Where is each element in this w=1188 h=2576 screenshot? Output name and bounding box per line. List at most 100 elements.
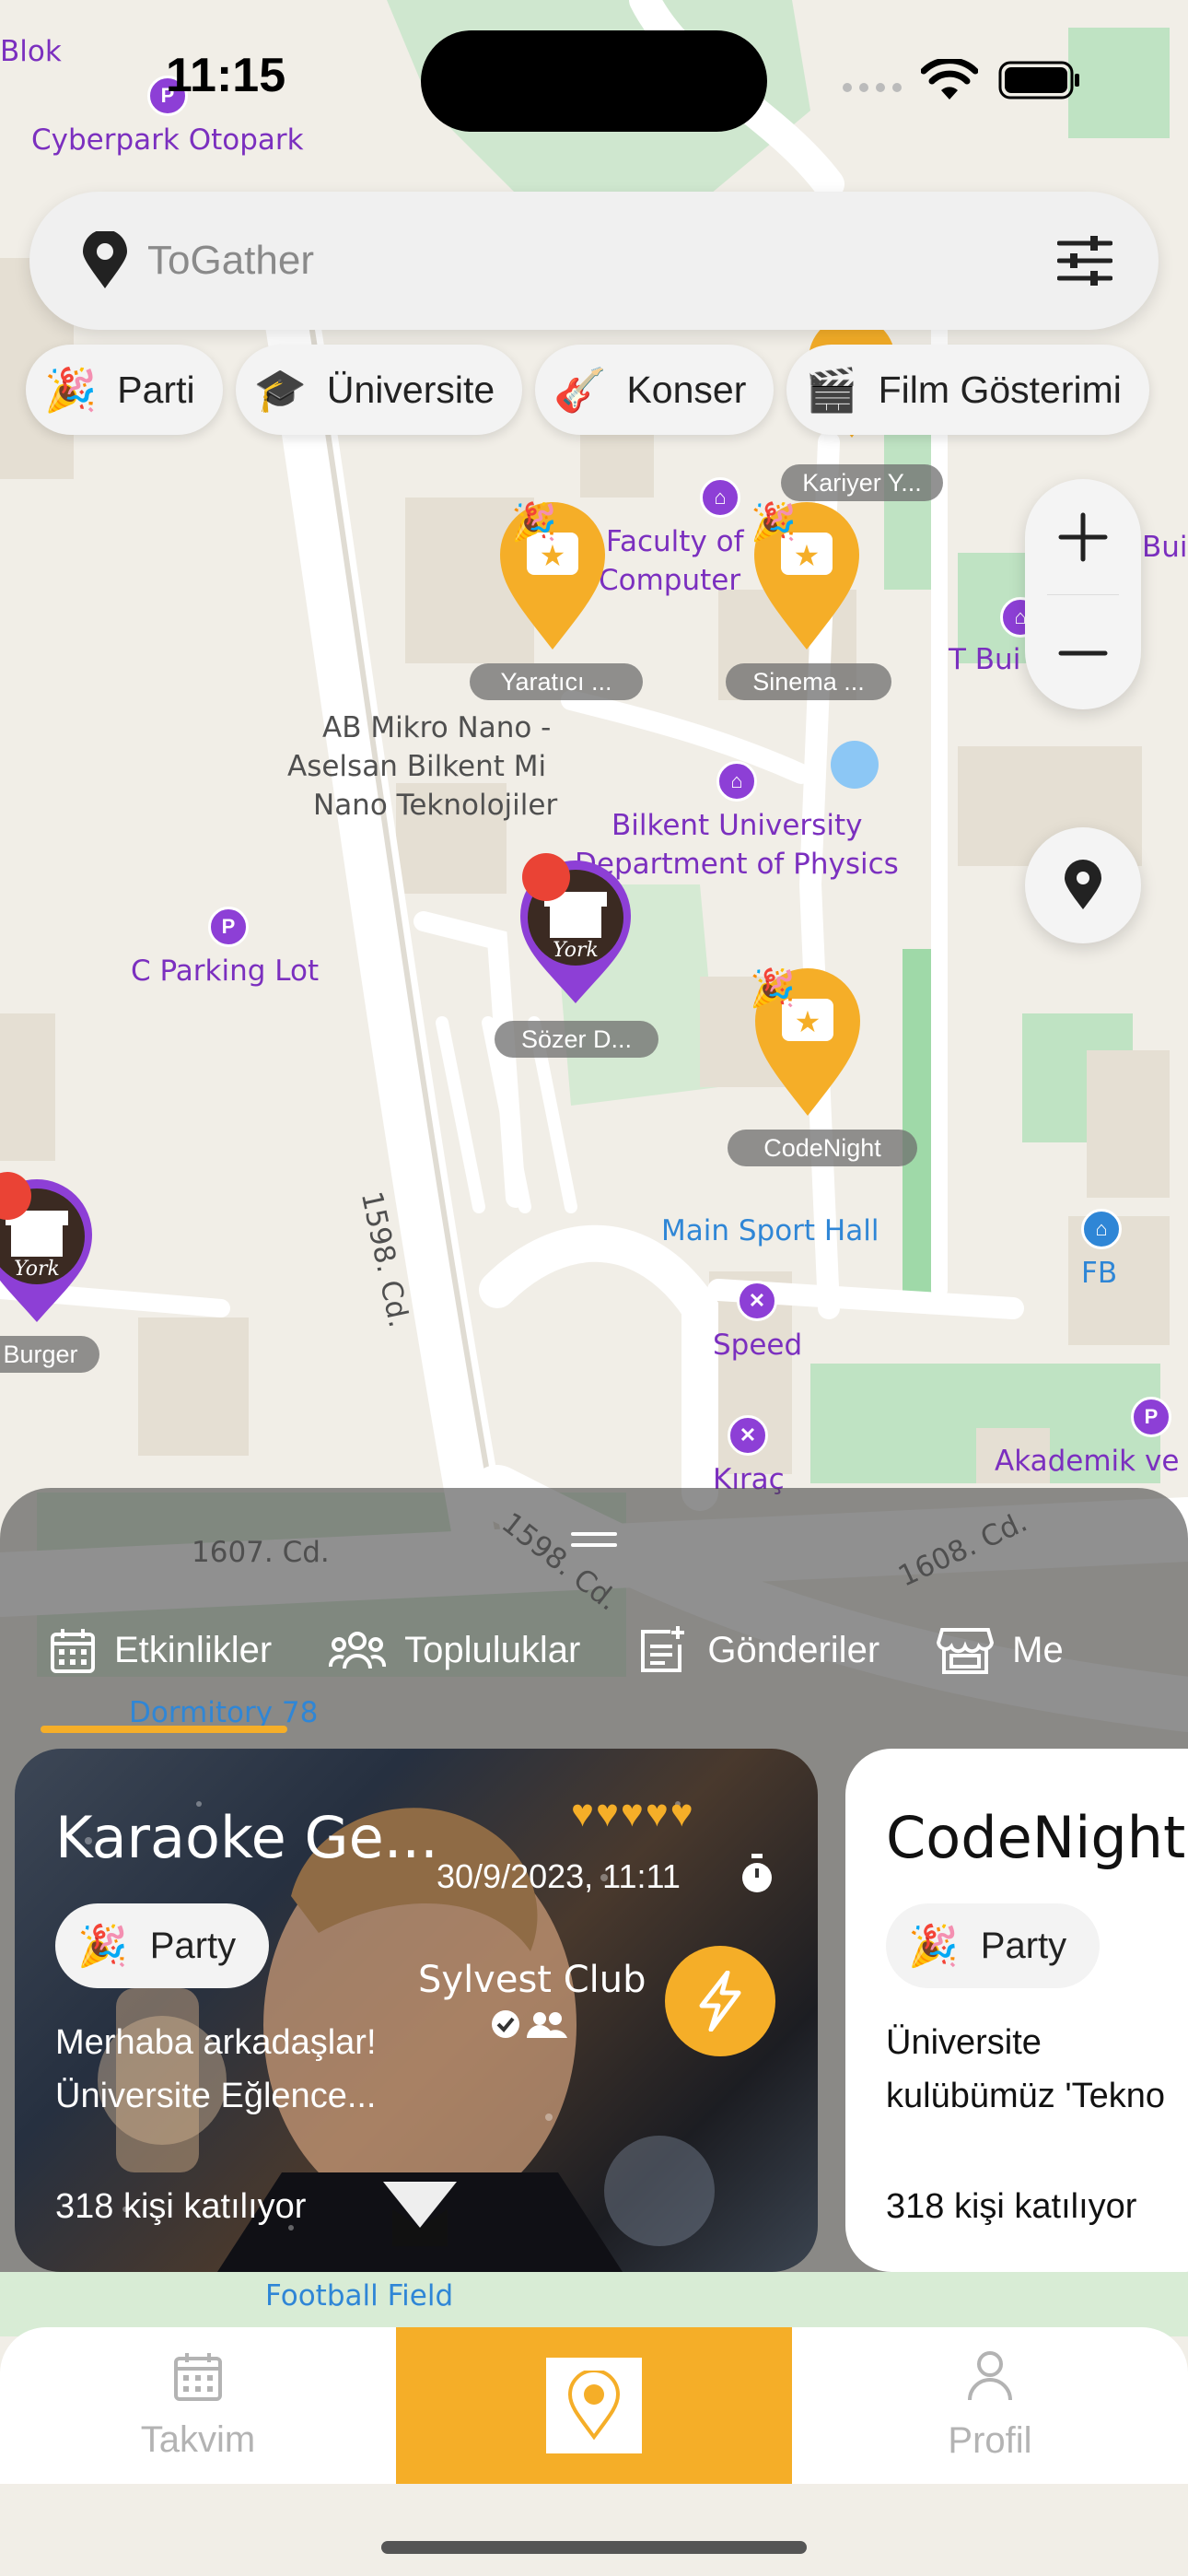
street-label: 1607. Cd. [192,1536,330,1569]
event-description: Merhaba arkadaşlar! Üniversite Eğlence..… [55,2016,377,2123]
marker-label[interactable]: Sözer D... [495,1021,658,1058]
calendar-icon [50,1627,96,1673]
event-description: Üniversite kulübümüz 'Tekno [886,2016,1165,2123]
verified-badge-icon [492,2010,519,2038]
map-label: C Parking Lot [131,954,320,988]
map-label: Aselsan Bilkent Mi [287,750,547,783]
nav-map[interactable] [396,2327,792,2484]
event-date: 30/9/2023, 11:11 [437,1857,681,1895]
calendar-icon [173,2351,223,2410]
my-location-button[interactable] [1025,827,1141,943]
marker-label[interactable]: Sinema ... [726,663,891,700]
chip-universite[interactable]: 🎓 Üniversite [235,345,523,435]
map-label: T Bui [949,643,1021,676]
svg-text:🎉: 🎉 [750,966,796,1010]
svg-text:🎉: 🎉 [751,500,797,544]
chip-parti[interactable]: 🎉 Parti [26,345,223,435]
chip-label: Üniversite [326,368,495,411]
event-title: Karaoke Ge... [55,1804,438,1871]
svg-text:🎉: 🎉 [511,500,557,544]
filter-sliders-icon[interactable] [1057,236,1112,286]
battery-icon [998,61,1079,100]
people-icon [329,1630,387,1670]
status-bar: 11:15 [0,0,1188,157]
marker-label[interactable]: CodeNight [728,1130,917,1166]
party-popper-icon: 🎉 [908,1924,959,1969]
tab-mekanlar[interactable]: Me [937,1624,1064,1676]
chip-film-gosterimi[interactable]: 🎬 Film Gösterimi [786,345,1149,435]
parking-poi-icon: P [208,907,249,947]
map-label: Bui [1142,531,1188,564]
restaurant-poi-icon: ✕ [728,1415,768,1456]
post-add-icon [637,1624,689,1676]
marker-label[interactable]: Kariyer Y... [781,464,943,501]
party-popper-icon: 🎉 [44,365,98,414]
tab-etkinlikler[interactable]: Etkinlikler [50,1624,272,1676]
category-label: Party [980,1925,1067,1966]
tab-gonderiler[interactable]: Gönderiler [637,1624,879,1676]
bottom-nav: Takvim Profil [0,2327,1188,2484]
building-poi-icon: ⌂ [1081,1209,1122,1249]
plus-icon [1058,512,1108,561]
category-pill: 🎉 Party [55,1903,270,1988]
tab-label: Topluluklar [404,1629,581,1670]
svg-text:York: York [553,939,599,962]
svg-text:★: ★ [795,1004,821,1039]
chip-label: Parti [117,368,195,411]
marker-label[interactable]: Burger [0,1336,99,1373]
rating-hearts: ♥♥♥♥♥ [571,1791,695,1834]
map-label: AB Mikro Nano - [322,711,552,744]
event-title: CodeNight [886,1804,1186,1871]
nav-takvim[interactable]: Takvim [0,2327,396,2484]
store-icon [937,1626,995,1674]
map-label: Speed [713,1329,803,1362]
signal-icon [843,83,902,92]
zoom-control [1025,479,1141,709]
map-label: Akademik ve [995,1445,1180,1478]
map-label: Dormitory 78 [129,1696,319,1729]
event-card[interactable]: CodeNight 🎉 Party Üniversite kulübümüz 'T… [845,1749,1188,2272]
home-indicator[interactable] [381,2541,807,2554]
zoom-out-button[interactable] [1025,595,1141,710]
map-label: Computer [599,564,741,597]
svg-text:★: ★ [794,538,821,573]
university-poi-icon: ⌂ [716,761,757,802]
wifi-icon [921,59,978,100]
map-label: Main Sport Hall [661,1214,879,1247]
chip-konser[interactable]: 🎸 Konser [535,345,775,435]
description-line: Merhaba arkadaşlar! [55,2023,377,2062]
party-popper-icon: 🎉 [77,1924,128,1969]
search-bar[interactable]: ToGather [29,192,1159,330]
lightning-icon [699,1971,741,2032]
map-label: Bilkent University [611,809,863,842]
dynamic-island [421,30,767,132]
person-icon [967,2350,1013,2411]
group-icon [527,2012,567,2038]
description-line: Üniversite [886,2023,1042,2062]
parking-poi-icon: P [1131,1397,1171,1437]
description-line: Üniversite Eğlence... [55,2077,377,2115]
join-button[interactable] [665,1946,775,2056]
university-poi-icon: ⌂ [700,477,740,518]
timer-icon [742,1854,772,1892]
active-tab-indicator [41,1726,287,1733]
tab-topluluklar[interactable]: Topluluklar [329,1624,580,1676]
tab-label: Gönderiler [707,1629,880,1670]
map-label: Football Field [265,2279,454,2313]
svg-text:York: York [14,1258,60,1281]
map-pin-icon [546,2358,642,2453]
chip-label: Film Gösterimi [878,368,1122,411]
nav-profil[interactable]: Profil [792,2327,1188,2484]
marker-label[interactable]: Yaratıcı ... [470,663,643,700]
zoom-in-button[interactable] [1025,479,1141,594]
event-card[interactable]: Karaoke Ge... ♥♥♥♥♥ 30/9/2023, 11:11 🎉 Pa… [15,1749,818,2272]
club-name[interactable]: Sylvest Club [418,1959,646,2001]
nav-label: Takvim [140,2418,256,2460]
category-label: Party [149,1925,237,1966]
tab-label: Etkinlikler [114,1629,273,1670]
search-input[interactable]: ToGather [147,238,1057,284]
status-time: 11:15 [166,49,286,102]
category-pill: 🎉 Party [886,1903,1101,1988]
description-line: kulübümüz 'Tekno [886,2077,1165,2115]
drag-handle[interactable] [571,1532,617,1554]
